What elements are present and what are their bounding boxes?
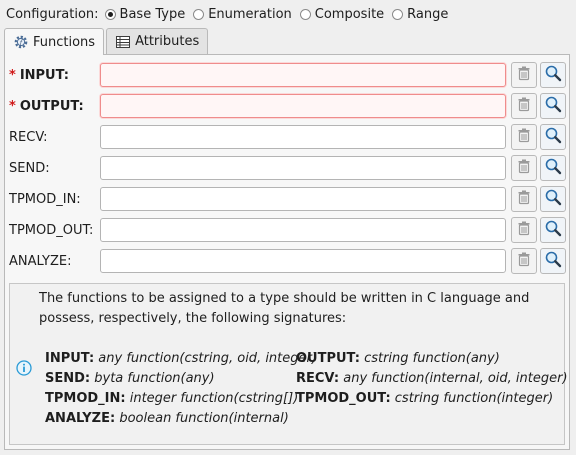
required-marker: * [9, 68, 16, 83]
radio-button[interactable] [392, 8, 404, 20]
field-label-analyze: ANALYZE: [9, 254, 72, 269]
function-gear-icon: f [13, 34, 29, 50]
radio-button-checked[interactable] [104, 8, 116, 20]
radio-label-base-type: Base Type [119, 6, 186, 22]
field-row-input: * INPUT: [5, 62, 571, 89]
tpmod-out-function-field[interactable] [100, 218, 506, 242]
trash-icon [516, 251, 532, 271]
signatures-info-box: The functions to be assigned to a type s… [9, 283, 568, 445]
magnifier-icon [544, 188, 562, 210]
field-label-output: * OUTPUT: [9, 99, 84, 114]
magnifier-icon [544, 250, 562, 272]
tpmod-in-function-field[interactable] [100, 187, 506, 211]
field-row-tpmod-in: TPMOD_IN: [5, 186, 571, 213]
trash-icon [516, 158, 532, 178]
field-label-tpmod-in: TPMOD_IN: [9, 192, 81, 207]
tab-functions[interactable]: f Functions [4, 28, 105, 55]
radio-button[interactable] [193, 8, 205, 20]
radio-range[interactable]: Range [392, 7, 448, 22]
magnifier-icon [544, 219, 562, 241]
input-function-field[interactable] [100, 63, 506, 87]
tab-bar: f Functions Attributes [4, 28, 210, 55]
clear-analyze-button[interactable] [511, 248, 537, 274]
recv-function-field[interactable] [100, 125, 506, 149]
clear-output-button[interactable] [511, 93, 537, 119]
required-marker: * [9, 99, 16, 114]
field-row-output: * OUTPUT: [5, 93, 571, 120]
radio-label-composite: Composite [314, 6, 385, 22]
output-function-field[interactable] [100, 94, 506, 118]
radio-button[interactable] [299, 8, 311, 20]
info-icon [16, 360, 32, 376]
trash-icon [516, 96, 532, 116]
field-label-send: SEND: [9, 161, 50, 176]
clear-tpmod-out-button[interactable] [511, 217, 537, 243]
select-analyze-function-button[interactable] [540, 248, 566, 274]
signature-input: INPUT: any function(cstring, oid, intege… [45, 351, 317, 366]
magnifier-icon [544, 95, 562, 117]
table-icon [115, 34, 131, 50]
magnifier-icon [544, 126, 562, 148]
field-label-input: * INPUT: [9, 68, 69, 83]
configuration-label: Configuration: [6, 6, 99, 22]
functions-panel: * INPUT: * OUTPUT: RECV: SEND: TPMOD_IN: T… [4, 54, 570, 450]
radio-label-range: Range [407, 6, 449, 22]
clear-input-button[interactable] [511, 62, 537, 88]
select-output-function-button[interactable] [540, 93, 566, 119]
info-intro-text: The functions to be assigned to a type s… [39, 291, 530, 326]
field-row-tpmod-out: TPMOD_OUT: [5, 217, 571, 244]
tab-functions-label: Functions [33, 34, 96, 50]
analyze-function-field[interactable] [100, 249, 506, 273]
configuration-row: Configuration: Base Type Enumeration Com… [6, 4, 456, 24]
signature-tpmod-in: TPMOD_IN: integer function(cstring[]) [45, 391, 299, 406]
select-send-function-button[interactable] [540, 155, 566, 181]
tab-attributes[interactable]: Attributes [106, 28, 209, 54]
radio-label-enumeration: Enumeration [208, 6, 292, 22]
signature-output: OUTPUT: cstring function(any) [296, 351, 500, 366]
field-row-send: SEND: [5, 155, 571, 182]
radio-enumeration[interactable]: Enumeration [193, 7, 292, 22]
tab-attributes-label: Attributes [135, 34, 200, 49]
magnifier-icon [544, 64, 562, 86]
field-row-analyze: ANALYZE: [5, 248, 571, 275]
trash-icon [516, 65, 532, 85]
send-function-field[interactable] [100, 156, 506, 180]
clear-send-button[interactable] [511, 155, 537, 181]
select-tpmod-out-function-button[interactable] [540, 217, 566, 243]
signature-analyze: ANALYZE: boolean function(internal) [45, 411, 289, 426]
signature-recv: RECV: any function(internal, oid, intege… [296, 371, 568, 386]
select-tpmod-in-function-button[interactable] [540, 186, 566, 212]
select-recv-function-button[interactable] [540, 124, 566, 150]
select-input-function-button[interactable] [540, 62, 566, 88]
magnifier-icon [544, 157, 562, 179]
field-row-recv: RECV: [5, 124, 571, 151]
trash-icon [516, 220, 532, 240]
field-label-tpmod-out: TPMOD_OUT: [9, 223, 94, 238]
clear-recv-button[interactable] [511, 124, 537, 150]
clear-tpmod-in-button[interactable] [511, 186, 537, 212]
signature-tpmod-out: TPMOD_OUT: cstring function(integer) [296, 391, 554, 406]
signature-send: SEND: byta function(any) [45, 371, 215, 386]
radio-base-type[interactable]: Base Type [104, 6, 186, 22]
trash-icon [516, 127, 532, 147]
trash-icon [516, 189, 532, 209]
field-label-recv: RECV: [9, 130, 48, 145]
radio-composite[interactable]: Composite [299, 6, 385, 22]
